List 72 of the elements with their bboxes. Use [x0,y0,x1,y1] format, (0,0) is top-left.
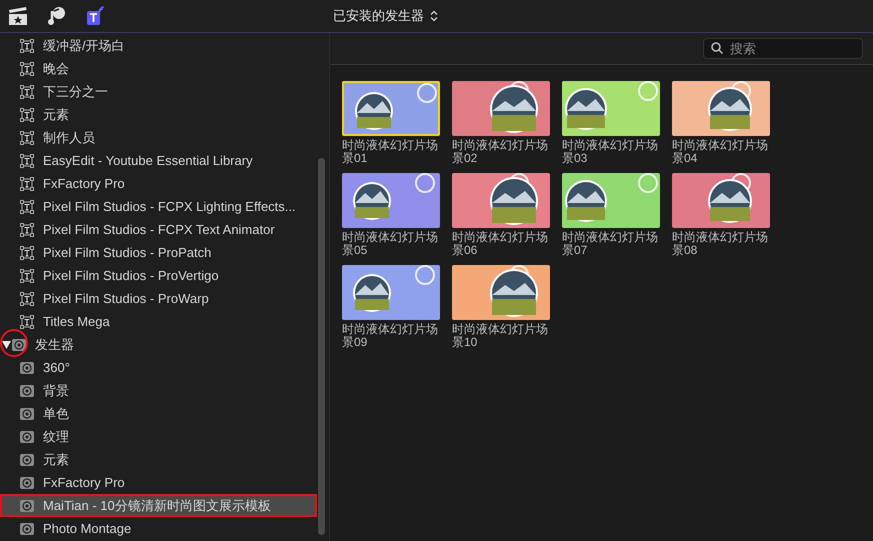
title-icon [20,130,34,144]
sidebar-item[interactable]: EasyEdit - Youtube Essential Library [0,149,317,172]
template-thumbnail[interactable] [452,265,550,320]
template-thumbnail[interactable] [342,173,440,228]
generator-icon [20,408,34,420]
sidebar-item[interactable]: 360° [0,356,317,379]
template-name: 时尚液体幻灯片场景01 [342,139,439,165]
sidebar-item[interactable]: 纹理 [0,425,317,448]
template-name: 时尚液体幻灯片场景09 [342,323,439,349]
sidebar-item[interactable]: Pixel Film Studios - FCPX Text Animator [0,218,317,241]
disclosure-triangle-icon[interactable] [2,340,12,348]
title-icon [20,222,34,236]
sidebar-item[interactable]: FxFactory Pro [0,172,317,195]
title-icon [20,200,34,214]
template-name: 时尚液体幻灯片场景05 [342,231,439,257]
generator-icon [20,522,34,534]
sidebar-item[interactable]: Pixel Film Studios - ProWarp [0,287,317,310]
title-icon [20,62,34,76]
title-icon [20,314,34,328]
sidebar-item[interactable]: 缓冲器/开场白 [0,34,317,57]
music-note-icon[interactable] [47,6,67,26]
sidebar-item[interactable]: FxFactory Pro [0,471,317,494]
sidebar-item[interactable]: Titles Mega [0,310,317,333]
title-icon [20,154,34,168]
sidebar-item[interactable]: 单色 [0,402,317,425]
template-thumbnail[interactable] [452,173,550,228]
sidebar-item[interactable]: 元素 [0,103,317,126]
title-icon [20,246,34,260]
sidebar-item[interactable]: 元素 [0,448,317,471]
title-text-icon[interactable] [86,6,106,26]
template-name: 时尚液体幻灯片场景07 [562,231,659,257]
title-icon [20,292,34,306]
template-name: 时尚液体幻灯片场景03 [562,139,659,165]
sidebar-item[interactable]: Photo Montage [0,517,317,540]
template-thumbnail[interactable] [452,81,550,136]
generator-icon [12,338,26,350]
title-icon [20,176,34,190]
sidebar-item[interactable]: 背景 [0,379,317,402]
template-thumbnail[interactable] [672,81,770,136]
chevron-up-down-icon[interactable] [430,10,438,22]
search-field[interactable]: 搜索 [703,38,863,59]
sidebar-item[interactable]: MaiTian - 10分镜清新时尚图文展示模板 [0,494,317,517]
template-name: 时尚液体幻灯片场景02 [452,139,549,165]
sidebar-item[interactable]: 下三分之一 [0,80,317,103]
template-thumbnail[interactable] [562,173,660,228]
template-thumbnail[interactable] [672,173,770,228]
search-icon [711,42,723,54]
sidebar-item[interactable]: 发生器 [0,333,317,356]
generator-icon [20,500,34,512]
title-icon [20,268,34,282]
sidebar-item[interactable]: 制作人员 [0,126,317,149]
template-thumbnail[interactable] [562,81,660,136]
generator-icon [20,362,34,374]
template-name: 时尚液体幻灯片场景06 [452,231,549,257]
template-name: 时尚液体幻灯片场景08 [672,231,769,257]
generator-icon [20,476,34,488]
generator-icon [20,384,34,396]
sidebar-item[interactable]: 晚会 [0,57,317,80]
template-thumbnail[interactable] [342,81,440,136]
generator-icon [20,454,34,466]
clapperboard-icon[interactable] [8,6,28,26]
title-icon [20,38,34,52]
browser-title[interactable]: 已安装的发生器 [333,7,424,25]
template-thumbnail[interactable] [342,265,440,320]
title-icon [20,84,34,98]
sidebar-item[interactable]: Pixel Film Studios - ProVertigo [0,264,317,287]
sidebar-item[interactable]: Pixel Film Studios - ProPatch [0,241,317,264]
generator-icon [20,430,34,442]
title-icon [20,108,34,122]
sidebar-item[interactable]: Pixel Film Studios - FCPX Lighting Effects... [0,195,317,218]
template-name: 时尚液体幻灯片场景10 [452,323,549,349]
template-name: 时尚液体幻灯片场景04 [672,139,769,165]
